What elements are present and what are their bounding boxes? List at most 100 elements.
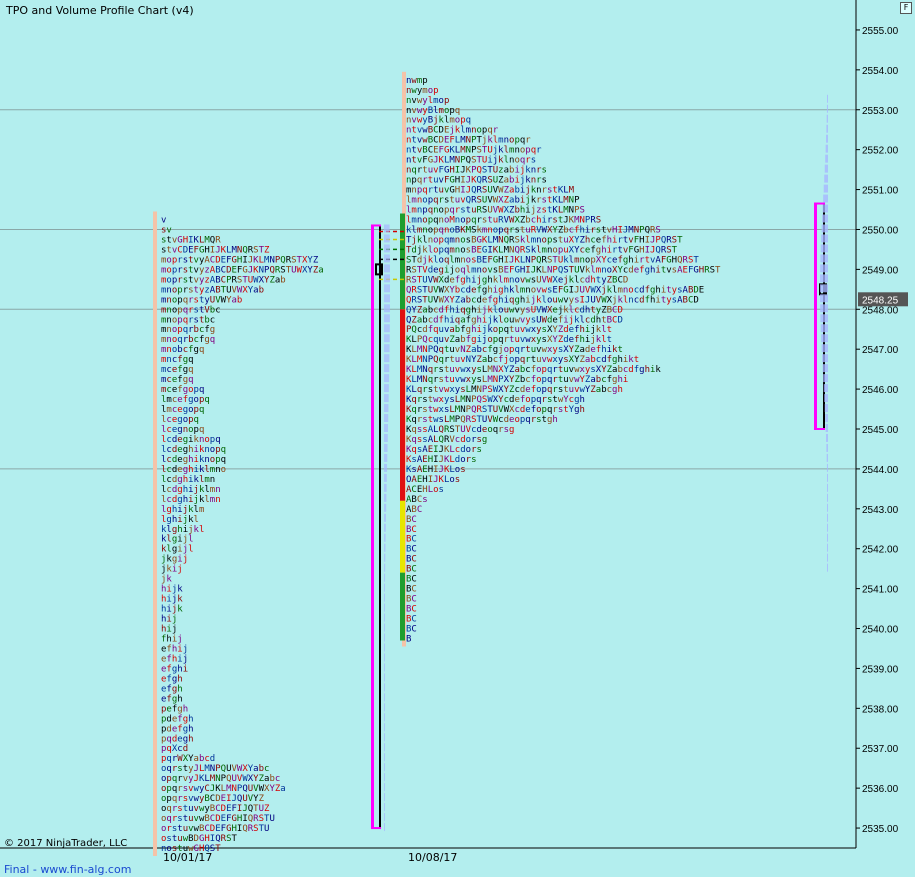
tpo-row: ACEHLos xyxy=(406,485,444,495)
tpo-row: KqrstwxysLMNPQSWXYcdefopqrstwYcgh xyxy=(406,395,585,405)
volume-bar xyxy=(384,733,385,742)
volume-bar xyxy=(822,204,828,213)
tpo-row: oqrstyJLMNPQUVWXYabc xyxy=(161,764,269,774)
tpo-row: TjklnopqmnosBGKLMNQRSklmnopstuXYZhcefhir… xyxy=(406,235,683,245)
volume-bar xyxy=(826,463,828,472)
tpo-row: efgh xyxy=(161,674,183,684)
tpo-row: KqssALQRSTUVcdeoqrsg xyxy=(406,425,514,435)
tpo-row: ntvwBCDEjklmnopqr xyxy=(406,126,499,136)
volume-bar xyxy=(384,803,385,812)
value-area-edge xyxy=(379,225,381,829)
tpo-row: mnopqrstbc xyxy=(161,315,215,325)
tpo-row: efghi xyxy=(161,664,188,674)
tpo-row: RSTVdegijoqlmnovsBEFGHIJKLNPQSTUVklmnoXY… xyxy=(406,265,721,275)
period-strip xyxy=(400,309,405,501)
session-range-bar xyxy=(153,211,157,856)
volume-bar xyxy=(827,493,828,502)
tpo-row: QYZabcdfhiqghijklouwvysUVWXejklcdhtyZBCD xyxy=(406,305,623,315)
volume-bar xyxy=(384,344,390,353)
volume-bar xyxy=(384,753,385,762)
volume-bar xyxy=(384,663,385,672)
price-tick-label: 2555.00 xyxy=(862,26,899,37)
tpo-row: QZabcdfhiqafghijklouwvysUWdefijklcdhtBCD xyxy=(406,315,623,325)
tpo-row: opqrsvwyCJKLMNPQUVWXYZa xyxy=(161,784,286,794)
tpo-row: moprstvyzABCDEFGJKNPQRSTUWXYZa xyxy=(161,265,324,275)
volume-bar xyxy=(384,254,390,263)
volume-bar xyxy=(823,384,828,393)
tpo-row: KLMNPQqtuvNZabcfgjopqrtuvwxysXYZadefhikt xyxy=(406,345,623,355)
volume-bar xyxy=(825,144,828,153)
volume-bar xyxy=(384,493,387,502)
tpo-row: mnopqrbcfg xyxy=(161,325,215,335)
tpo-row: lcdghijklmn xyxy=(161,485,221,495)
tpo-row: BC xyxy=(406,605,417,615)
price-tick-label: 2543.00 xyxy=(862,505,899,516)
tpo-row: hijk xyxy=(161,585,183,595)
tpo-row: pefgh xyxy=(161,704,188,714)
volume-bar xyxy=(384,653,385,662)
price-tick-label: 2553.00 xyxy=(862,106,899,117)
tpo-row: lghijkl xyxy=(161,515,199,525)
tpo-row: fhij xyxy=(161,634,183,644)
price-tick-label: 2546.00 xyxy=(862,385,899,396)
chart-title: TPO and Volume Profile Chart (v4) xyxy=(6,4,194,17)
tpo-row: oqrstuvwyBCDEFIJQTUZ xyxy=(161,804,270,814)
tpo-row: klmnopqnoBKMSkmnopqrstuRVWXYZbcfhirstvHI… xyxy=(406,225,661,235)
tpo-row: KLMNqrstuvwxysLMNPXYZbcfopqrtuvwYZabcfgh… xyxy=(406,375,628,385)
tpo-row: lghijklm xyxy=(161,505,204,515)
tpo-row: moprstvyACDEFGHIJKLMNPQRSTXYZ xyxy=(161,255,319,265)
price-tick-label: 2544.00 xyxy=(862,465,899,476)
tpo-row: nvwyBlmopq xyxy=(406,106,460,116)
volume-bar xyxy=(384,443,388,452)
volume-bar xyxy=(384,763,385,772)
volume-bar xyxy=(384,823,385,832)
volume-bar xyxy=(384,533,386,542)
volume-bar xyxy=(384,394,389,403)
value-area-bar xyxy=(371,225,374,829)
properties-button[interactable]: F xyxy=(900,2,912,14)
tpo-row: pdefgh xyxy=(161,714,194,724)
tpo-row: pqXcd xyxy=(161,744,188,754)
tpo-row: lmcegopq xyxy=(161,405,204,415)
tpo-row: KLMNqrstuvwxysLMNXYZabcfopqrtuvwxysXYZab… xyxy=(406,365,661,375)
volume-bar xyxy=(820,314,828,323)
volume-bar xyxy=(384,783,385,792)
volume-bar xyxy=(826,104,828,113)
tpo-row: mcefgq xyxy=(161,365,194,375)
volume-bar xyxy=(384,593,385,602)
volume-bar xyxy=(820,284,828,293)
volume-bar xyxy=(823,184,828,193)
price-tick-label: 2535.00 xyxy=(862,824,899,835)
tpo-row: pqrWXYabcd xyxy=(161,754,215,764)
price-tick-label: 2550.00 xyxy=(862,225,899,236)
tpo-row: KsAEHIJKLdors xyxy=(406,455,476,465)
volume-bar xyxy=(384,773,385,782)
volume-bar xyxy=(384,244,390,253)
tpo-row: klgijl xyxy=(161,545,194,555)
volume-bar xyxy=(384,224,390,233)
tpo-row: lmnpqnopqrstuRSUVWXZbhijzstKLMNPS xyxy=(406,206,585,216)
volume-bar xyxy=(384,453,388,462)
tpo-chart-canvas[interactable]: 2535.00 2536.00 2537.00 2538.00 2539.00 2540.… xyxy=(0,0,915,877)
volume-bar xyxy=(820,304,828,313)
volume-bar xyxy=(820,254,828,263)
tpo-row: efgh xyxy=(161,684,183,694)
volume-bar xyxy=(384,513,386,522)
tpo-row: BC xyxy=(406,515,417,525)
tpo-row: lmnopqnoMnopqrstuRVWXZbchirstJKMNPRS xyxy=(406,215,601,225)
tpo-row: ABCs xyxy=(406,495,428,505)
tpo-row: lcdeghiknopq xyxy=(161,455,226,465)
volume-bar xyxy=(384,643,385,652)
session-date-1: 10/01/17 xyxy=(163,851,213,864)
tpo-row: lcegopq xyxy=(161,415,199,425)
volume-bar xyxy=(384,364,390,373)
volume-bar xyxy=(825,424,828,432)
tpo-row: lcdghijklmn xyxy=(161,495,221,505)
footer-link[interactable]: Final - www.fin-alg.com xyxy=(4,863,131,876)
tpo-row: KqrstwsLMPQRSTUVWcdeopqrstgh xyxy=(406,415,558,425)
tpo-row: npqrtuvFGHIJKQRSUZabijknrs xyxy=(406,176,547,186)
tpo-row: nqrtuvFGHIJKPQSTUzabijknrs xyxy=(406,166,547,176)
tpo-row: opqrvyJKLMNPQUVWXYZabc xyxy=(161,774,280,784)
tpo-row: sv xyxy=(161,225,172,235)
tpo-row: KqssALQRVcdorsg xyxy=(406,435,487,445)
